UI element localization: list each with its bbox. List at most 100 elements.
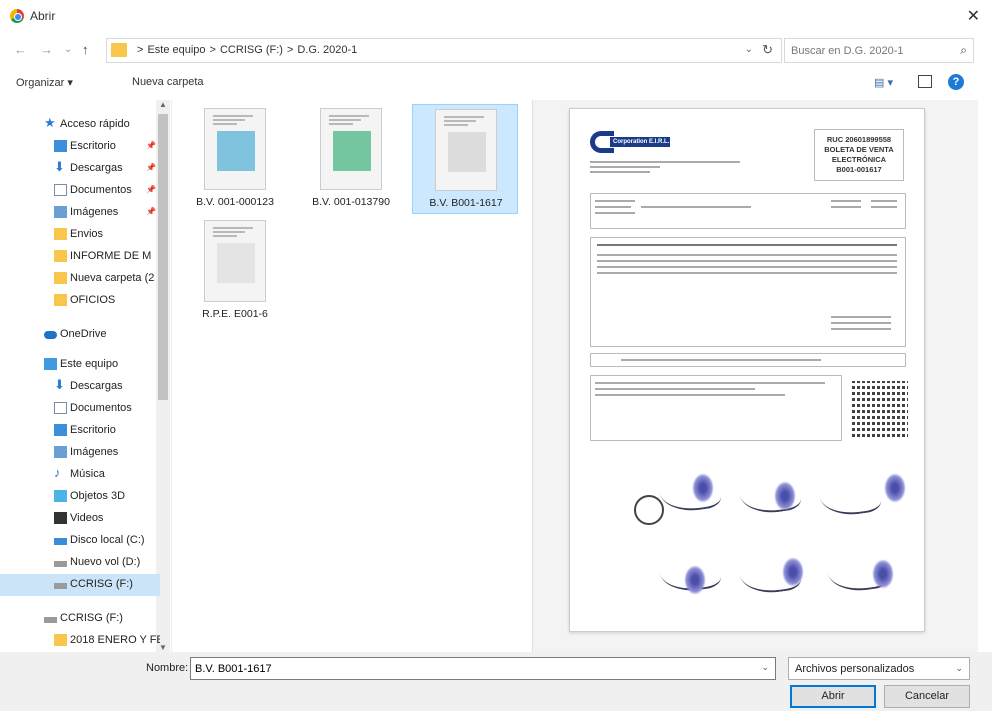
file-item[interactable]: B.V. 001-000123: [182, 104, 288, 214]
nav-item-label: Escritorio: [70, 424, 116, 436]
doc-type-line-2: ELECTRÓNICA: [831, 155, 887, 164]
nav-item[interactable]: Nueva carpeta (2: [0, 268, 160, 290]
search-icon: ⌕: [960, 43, 967, 57]
chevron-down-icon[interactable]: ⌄: [955, 663, 963, 674]
nav-item-label: Nueva carpeta (2: [70, 272, 155, 284]
fingerprint: [684, 565, 706, 595]
nav-item[interactable]: Escritorio 📌: [0, 136, 160, 158]
nav-item-label: Imágenes: [70, 446, 119, 458]
nav-item[interactable]: Nuevo vol (D:): [0, 552, 160, 574]
nav-item[interactable]: ⬇ Descargas 📌: [0, 158, 160, 180]
file-type-select[interactable]: Archivos personalizados ⌄: [788, 657, 970, 680]
doc-number: B001-001617: [836, 165, 882, 174]
nav-item[interactable]: ⬇ Descargas: [0, 376, 160, 398]
refresh-icon[interactable]: ↻: [762, 42, 773, 58]
new-folder-button[interactable]: Nueva carpeta: [132, 76, 204, 88]
pin-icon: 📌: [146, 207, 156, 216]
ruc-box: RUC 20601899558 BOLETA DE VENTA ELECTRÓN…: [814, 129, 904, 181]
nav-item[interactable]: Este equipo: [0, 354, 160, 376]
file-item[interactable]: R.P.E. E001-6: [182, 216, 288, 326]
file-thumbnail: [204, 220, 266, 302]
nav-item[interactable]: Disco local (C:): [0, 530, 160, 552]
pin-icon: 📌: [146, 185, 156, 194]
nav-item[interactable]: Envios: [0, 224, 160, 246]
help-icon[interactable]: ?: [948, 74, 964, 90]
nav-item[interactable]: Documentos: [0, 398, 160, 420]
computer-icon: [44, 358, 57, 370]
nav-item[interactable]: OFICIOS: [0, 290, 160, 312]
nav-item[interactable]: CCRISG (F:): [0, 574, 160, 596]
download-icon: ⬇: [54, 377, 65, 392]
nav-item[interactable]: Imágenes: [0, 442, 160, 464]
folder-icon: [54, 250, 67, 262]
breadcrumb-path[interactable]: > Este equipo > CCRISG (F:) > D.G. 2020-1: [137, 44, 361, 56]
recent-locations-icon[interactable]: ⌄: [64, 44, 72, 55]
open-button[interactable]: Abrir: [790, 685, 876, 708]
desktop-icon: [54, 140, 67, 152]
nav-item[interactable]: Videos: [0, 508, 160, 530]
scroll-down-icon[interactable]: ▼: [159, 643, 167, 652]
company-brand: Corporation E.I.R.L.: [610, 137, 670, 147]
view-options-icon[interactable]: ▤ ▾: [874, 76, 893, 89]
address-bar: ← → ⌄ ↑ > Este equipo > CCRISG (F:) > D.G. 20…: [0, 34, 992, 66]
nav-item-label: Objetos 3D: [70, 490, 126, 502]
preview-pane-icon[interactable]: [918, 75, 932, 88]
nav-item-label: Este equipo: [60, 358, 119, 370]
up-arrow-icon[interactable]: ↑: [82, 42, 89, 57]
nav-item[interactable]: Imágenes 📌: [0, 202, 160, 224]
cancel-button[interactable]: Cancelar: [884, 685, 970, 708]
client-info-box: [590, 193, 906, 229]
nav-item-label: OneDrive: [60, 328, 107, 340]
nav-item[interactable]: INFORME DE M: [0, 246, 160, 268]
file-name-field[interactable]: ⌄: [190, 657, 776, 680]
signature: [817, 474, 883, 519]
nav-item[interactable]: 2018 ENERO Y FE: [0, 630, 160, 652]
file-name-label: Nombre:: [146, 662, 189, 674]
amount-in-words: [590, 353, 906, 367]
qr-code-overlay: [852, 381, 908, 437]
nav-item[interactable]: CCRISG (F:): [0, 608, 160, 630]
fingerprint: [692, 473, 714, 503]
file-name-input[interactable]: [191, 658, 751, 679]
forward-arrow-icon[interactable]: →: [40, 42, 53, 57]
window-title: Abrir: [30, 9, 56, 23]
fingerprint: [872, 559, 894, 589]
file-item[interactable]: B.V. 001-013790: [298, 104, 404, 214]
items-table: [590, 237, 906, 347]
search-placeholder: Buscar en D.G. 2020-1: [791, 45, 904, 57]
folder-icon: [54, 294, 67, 306]
folder-icon: [54, 634, 67, 646]
breadcrumb-item[interactable]: CCRISG (F:): [220, 44, 283, 56]
pictures-icon: [54, 446, 67, 458]
chevron-down-icon[interactable]: ⌄: [745, 44, 753, 55]
chevron-down-icon[interactable]: ⌄: [761, 662, 769, 673]
video-icon: [54, 512, 67, 524]
breadcrumb-item[interactable]: Este equipo: [147, 44, 205, 56]
breadcrumb-item[interactable]: D.G. 2020-1: [297, 44, 357, 56]
fingerprint: [774, 481, 796, 511]
close-button[interactable]: ✕: [967, 6, 980, 26]
organize-button[interactable]: Organizar ▾: [16, 76, 73, 89]
document-icon: [54, 402, 67, 414]
back-arrow-icon[interactable]: ←: [14, 42, 27, 57]
breadcrumb-separator: >: [209, 44, 216, 56]
nav-item[interactable]: ★ Acceso rápido: [0, 114, 160, 136]
document-preview: Corporation E.I.R.L. RUC 20601899558 BOL…: [569, 108, 925, 632]
footer-notes: [590, 375, 842, 441]
nav-item[interactable]: Escritorio: [0, 420, 160, 442]
file-type-value: Archivos personalizados: [795, 663, 915, 675]
scroll-up-icon[interactable]: ▲: [159, 100, 167, 109]
nav-item-label: CCRISG (F:): [60, 612, 123, 624]
breadcrumb[interactable]: > Este equipo > CCRISG (F:) > D.G. 2020-1 ⌄ ↻: [106, 38, 782, 63]
nav-item[interactable]: Objetos 3D: [0, 486, 160, 508]
text-line: [590, 161, 740, 163]
nav-item-label: Documentos: [70, 184, 132, 196]
search-input[interactable]: Buscar en D.G. 2020-1 ⌕: [784, 38, 974, 63]
title-bar: Abrir ✕: [0, 0, 992, 32]
nav-item[interactable]: ♪ Música: [0, 464, 160, 486]
file-item[interactable]: B.V. B001-1617: [412, 104, 518, 214]
desktop-icon: [54, 424, 67, 436]
nav-item[interactable]: Documentos 📌: [0, 180, 160, 202]
nav-item[interactable]: OneDrive: [0, 324, 160, 346]
ruc-number: RUC 20601899558: [826, 135, 892, 144]
